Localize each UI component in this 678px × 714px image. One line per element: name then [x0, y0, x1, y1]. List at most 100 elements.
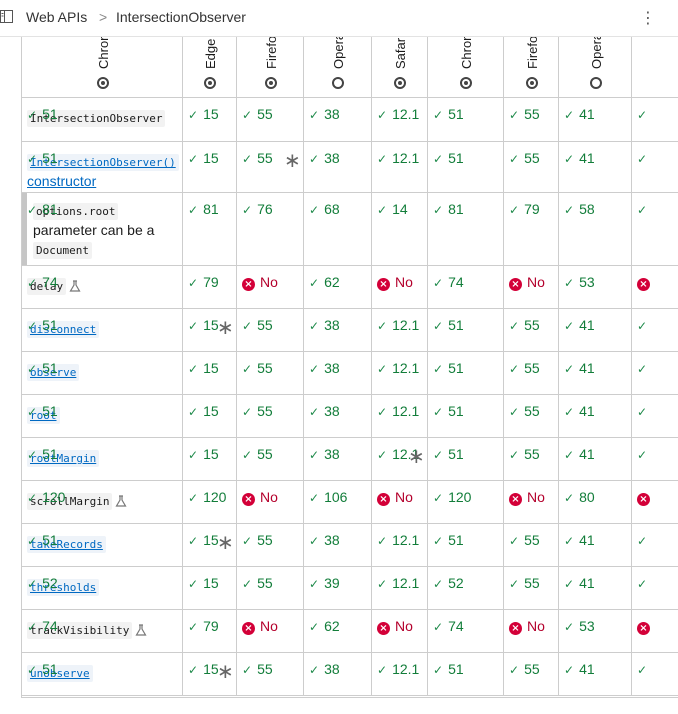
support-cell[interactable]: ✓ 12.1 [372, 395, 428, 438]
support-cell[interactable]: ✓ 15 ∗ [183, 309, 237, 352]
support-cell[interactable]: ✓ 41 [559, 309, 632, 352]
support-cell[interactable]: ✓ 55 [237, 567, 304, 610]
support-cell[interactable]: ✓ 55 [237, 352, 304, 395]
support-cell[interactable]: ✓ 55 [504, 142, 559, 193]
support-cell[interactable]: ✓ 38 [304, 438, 372, 481]
support-cell[interactable]: ✓ 55 [504, 567, 559, 610]
support-cell[interactable]: ✓ 51 [428, 352, 504, 395]
support-cell[interactable]: ✓ 41 [559, 142, 632, 193]
support-cell[interactable]: ✓ 51 [428, 438, 504, 481]
support-cell[interactable]: ✓ 79 [504, 193, 559, 266]
support-cell[interactable]: ✓ 51 [22, 98, 183, 142]
support-cell[interactable]: ✓ 55 [504, 395, 559, 438]
footnote-asterisk-icon[interactable]: ∗ [217, 530, 234, 555]
support-cell[interactable]: ✓ 41 [559, 524, 632, 567]
support-cell[interactable]: ✓ 74 [428, 610, 504, 653]
support-cell[interactable]: ✓ 41 [559, 438, 632, 481]
support-cell[interactable]: ✓ 51 [22, 309, 183, 352]
support-cell[interactable]: ✓ 41 [559, 98, 632, 142]
support-cell[interactable]: × [632, 610, 678, 653]
support-cell[interactable]: ✓ 80 [559, 481, 632, 524]
support-cell[interactable]: ✓ 12.1 [372, 524, 428, 567]
support-cell[interactable]: ✓ 81 [22, 193, 183, 266]
support-cell[interactable]: ✓ 81 [183, 193, 237, 266]
support-cell[interactable]: ✓ 51 [428, 309, 504, 352]
footnote-asterisk-icon[interactable]: ∗ [284, 148, 301, 173]
support-cell[interactable]: ✓ 51 [428, 98, 504, 142]
support-cell[interactable]: ✓ 55 [237, 309, 304, 352]
support-cell[interactable]: ✓ 55 [504, 309, 559, 352]
support-cell[interactable]: ✓ 52 [428, 567, 504, 610]
support-cell[interactable]: ✓ 51 [22, 438, 183, 481]
breadcrumb-web-apis[interactable]: Web APIs [26, 9, 87, 25]
footnote-asterisk-icon[interactable]: ∗ [408, 444, 425, 469]
footnote-asterisk-icon[interactable]: ∗ [217, 659, 234, 684]
support-cell[interactable]: ✓ 55 [504, 352, 559, 395]
support-cell[interactable]: ✓ 51 [22, 142, 183, 193]
support-cell[interactable]: ✓ 39 [304, 567, 372, 610]
support-cell[interactable]: ✓ 81 [428, 193, 504, 266]
support-cell[interactable]: ✓ 55 [504, 98, 559, 142]
support-cell[interactable]: ✓ 38 [304, 142, 372, 193]
sidebar-toggle-icon[interactable] [0, 10, 13, 23]
support-cell[interactable]: ✓ 38 [304, 653, 372, 696]
support-cell[interactable]: ✓ 58 [559, 193, 632, 266]
support-cell[interactable]: ✓ 12.1 [372, 98, 428, 142]
support-cell[interactable]: ✓ [632, 438, 678, 481]
support-cell[interactable]: × No [372, 266, 428, 309]
support-cell[interactable]: ✓ 51 [428, 395, 504, 438]
support-cell[interactable]: ✓ 41 [559, 352, 632, 395]
support-cell[interactable]: ✓ 74 [22, 610, 183, 653]
support-cell[interactable]: ✓ 76 [237, 193, 304, 266]
support-cell[interactable]: ✓ 55 [504, 653, 559, 696]
support-cell[interactable]: × No [504, 481, 559, 524]
support-cell[interactable]: × No [237, 610, 304, 653]
support-cell[interactable]: × No [237, 481, 304, 524]
support-cell[interactable]: ✓ 62 [304, 610, 372, 653]
support-cell[interactable]: ✓ 41 [559, 653, 632, 696]
support-cell[interactable]: ✓ 38 [304, 98, 372, 142]
support-cell[interactable]: × [632, 266, 678, 309]
support-cell[interactable]: ✓ 41 [559, 395, 632, 438]
support-cell[interactable]: ✓ 62 [304, 266, 372, 309]
support-cell[interactable]: ✓ 55 [237, 653, 304, 696]
support-cell[interactable]: ✓ 55 [504, 524, 559, 567]
support-cell[interactable]: ✓ 12.1 [372, 352, 428, 395]
support-cell[interactable]: ✓ 51 [428, 524, 504, 567]
support-cell[interactable]: ✓ 53 [559, 266, 632, 309]
support-cell[interactable]: ✓ 55 ∗ [237, 142, 304, 193]
support-cell[interactable]: ✓ 41 [559, 567, 632, 610]
support-cell[interactable]: ✓ 38 [304, 395, 372, 438]
support-cell[interactable]: ✓ 12.1 [372, 142, 428, 193]
support-cell[interactable]: ✓ 55 [504, 438, 559, 481]
support-cell[interactable]: ✓ 15 [183, 567, 237, 610]
support-cell[interactable]: × No [237, 266, 304, 309]
support-cell[interactable]: ✓ 38 [304, 352, 372, 395]
more-options-icon[interactable]: ⋮ [640, 8, 656, 28]
support-cell[interactable]: ✓ [632, 142, 678, 193]
support-cell[interactable]: ✓ 51 [22, 352, 183, 395]
support-cell[interactable]: ✓ 15 [183, 438, 237, 481]
support-cell[interactable]: ✓ 55 [237, 438, 304, 481]
support-cell[interactable]: ✓ 51 [428, 653, 504, 696]
support-cell[interactable]: × No [372, 481, 428, 524]
support-cell[interactable]: ✓ 120 [428, 481, 504, 524]
support-cell[interactable]: ✓ 74 [428, 266, 504, 309]
support-cell[interactable]: ✓ 12.1 [372, 309, 428, 352]
support-cell[interactable]: ✓ 15 [183, 395, 237, 438]
support-cell[interactable]: ✓ 15 [183, 352, 237, 395]
support-cell[interactable]: ✓ [632, 524, 678, 567]
support-cell[interactable]: ✓ 51 [22, 524, 183, 567]
support-cell[interactable]: ✓ 79 [183, 266, 237, 309]
support-cell[interactable]: ✓ 15 [183, 142, 237, 193]
support-cell[interactable]: ✓ [632, 395, 678, 438]
support-cell[interactable]: ✓ 52 [22, 567, 183, 610]
support-cell[interactable]: ✓ 74 [22, 266, 183, 309]
support-cell[interactable]: ✓ 15 [183, 98, 237, 142]
support-cell[interactable]: ✓ [632, 653, 678, 696]
support-cell[interactable]: ✓ 79 [183, 610, 237, 653]
support-cell[interactable]: ✓ 12.1 [372, 567, 428, 610]
support-cell[interactable]: ✓ 68 [304, 193, 372, 266]
support-cell[interactable]: ✓ 120 [22, 481, 183, 524]
support-cell[interactable]: × No [504, 266, 559, 309]
